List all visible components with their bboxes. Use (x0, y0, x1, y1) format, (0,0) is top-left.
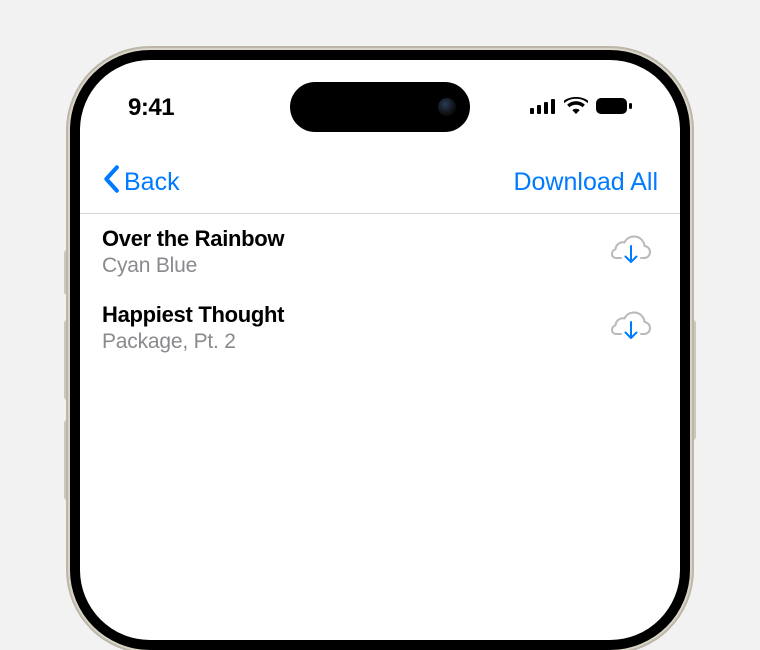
status-bar: 9:41 (80, 60, 680, 150)
chevron-left-icon (102, 165, 120, 200)
list-item-text: Over the Rainbow Cyan Blue (102, 226, 284, 278)
back-button[interactable]: Back (102, 165, 180, 200)
battery-icon (596, 98, 632, 119)
download-button[interactable] (610, 234, 652, 271)
list-item-title: Over the Rainbow (102, 226, 284, 252)
cloud-download-icon (610, 234, 652, 271)
back-label: Back (124, 168, 180, 197)
list-item-title: Happiest Thought (102, 302, 284, 328)
list-item-subtitle: Cyan Blue (102, 254, 284, 278)
screen: 9:41 (80, 60, 680, 640)
cellular-icon (530, 98, 556, 119)
download-all-button[interactable]: Download All (513, 168, 658, 197)
status-icons (530, 97, 632, 119)
nav-bar: Back Download All (80, 152, 680, 214)
list-item-text: Happiest Thought Package, Pt. 2 (102, 302, 284, 354)
list-item[interactable]: Over the Rainbow Cyan Blue (80, 214, 680, 290)
list-item[interactable]: Happiest Thought Package, Pt. 2 (80, 290, 680, 366)
phone-frame: 9:41 (70, 50, 690, 650)
content-list: Over the Rainbow Cyan Blue Happiest Thou… (80, 214, 680, 640)
power-button (690, 320, 696, 440)
cloud-download-icon (610, 310, 652, 347)
list-item-subtitle: Package, Pt. 2 (102, 330, 284, 354)
wifi-icon (564, 97, 588, 119)
download-button[interactable] (610, 310, 652, 347)
status-time: 9:41 (128, 94, 174, 122)
